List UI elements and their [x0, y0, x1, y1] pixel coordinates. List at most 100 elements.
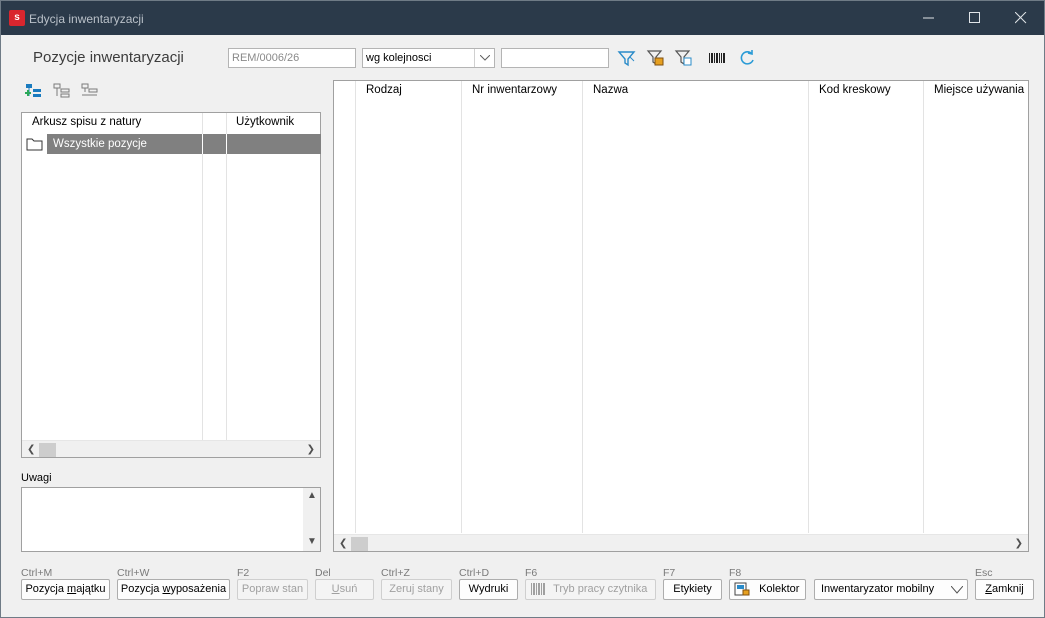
sheet-tree-panel[interactable]: Arkusz spisu z natury Użytkownik Wszystk…	[21, 112, 321, 458]
notes-label: Uwagi	[21, 472, 52, 484]
scroll-right-icon[interactable]: ❯	[307, 444, 315, 455]
button-mnemonic: U	[331, 583, 340, 595]
shortcut-label: Ctrl+Z	[381, 567, 410, 579]
tree-row-all-items[interactable]: Wszystkie pozycje	[47, 134, 321, 154]
close-button[interactable]: Zamknij	[975, 579, 1034, 600]
prints-button[interactable]: Wydruki	[459, 579, 518, 600]
shortcut-label: F8	[729, 567, 742, 579]
minimize-icon	[923, 17, 934, 19]
folder-icon	[26, 138, 43, 151]
scroll-left-icon[interactable]: ❮	[339, 538, 347, 549]
button-mnemonic: m	[67, 583, 77, 595]
filter-lock-icon	[646, 50, 664, 66]
shortcut-label: Del	[315, 567, 331, 579]
dropdown-arrow[interactable]	[474, 49, 494, 67]
labels-button[interactable]: Etykiety	[663, 579, 722, 600]
button-text: Etykiety	[673, 583, 712, 595]
grid-col-divider	[808, 81, 809, 533]
grid-header-type[interactable]: Rodzaj	[366, 81, 402, 99]
scroll-left-icon[interactable]: ❮	[27, 444, 35, 455]
tree-header-sheet[interactable]: Arkusz spisu z natury	[32, 113, 202, 131]
grid-header-marker[interactable]	[336, 81, 354, 99]
scroll-thumb[interactable]	[351, 537, 368, 551]
tree-expand-icon	[53, 83, 70, 98]
order-select[interactable]: wg kolejnosci	[362, 48, 495, 68]
tree-header-user[interactable]: Użytkownik	[236, 113, 316, 131]
filter-clear-button[interactable]	[674, 48, 694, 68]
scroll-up-icon[interactable]: ▲	[307, 490, 317, 501]
grid-col-divider	[355, 81, 356, 533]
row-cell-divider	[226, 134, 227, 154]
minimize-button[interactable]	[906, 1, 952, 35]
refresh-button[interactable]	[737, 48, 757, 68]
equipment-position-button[interactable]: Pozycja wyposażenia	[117, 579, 230, 600]
tree-horizontal-scrollbar[interactable]: ❮ ❯	[22, 440, 320, 457]
tree-row-label: Wszystkie pozycje	[53, 138, 147, 150]
shortcut-label: F7	[663, 567, 676, 579]
shortcut-label: Esc	[975, 567, 993, 579]
button-text: suń	[339, 583, 358, 595]
grid-header-barcode[interactable]: Kod kreskowy	[819, 81, 891, 99]
filter-lock-button[interactable]	[646, 48, 666, 68]
inventory-edit-window: s Edycja inwentaryzacji Pozycje inwentar…	[0, 0, 1045, 618]
filter-icon	[617, 51, 636, 67]
shortcut-label: Ctrl+W	[117, 567, 150, 579]
close-window-button[interactable]	[998, 1, 1044, 35]
chevron-down-icon	[480, 55, 490, 61]
shortcut-label: F2	[237, 567, 250, 579]
collector-button[interactable]: Kolektor	[729, 579, 806, 600]
grid-header-name[interactable]: Nazwa	[593, 81, 628, 99]
asset-position-button[interactable]: Pozycja majątku	[21, 579, 110, 600]
grid-header-inventory-no[interactable]: Nr inwentarzowy	[472, 81, 557, 99]
collector-icon	[734, 582, 750, 596]
maximize-icon	[969, 12, 980, 23]
tree-col-divider	[202, 113, 203, 441]
scroll-thumb[interactable]	[39, 443, 56, 457]
mobile-inventory-button[interactable]: Inwentaryzator mobilny	[814, 579, 968, 600]
document-number-field[interactable]: REM/0006/26	[228, 48, 356, 68]
tree-collapse-button[interactable]	[81, 82, 99, 100]
row-cell-divider	[202, 134, 203, 154]
shortcut-label: Ctrl+D	[459, 567, 490, 579]
barcode-icon	[709, 53, 725, 63]
tree-add-icon	[25, 84, 41, 97]
button-mnemonic: Z	[985, 583, 992, 595]
tree-col-divider	[226, 113, 227, 441]
title-bar[interactable]: s Edycja inwentaryzacji	[1, 1, 1044, 35]
grid-header-location[interactable]: Miejsce używania	[934, 81, 1024, 99]
tree-header-blank[interactable]	[204, 113, 226, 131]
close-icon	[1015, 12, 1027, 24]
shortcut-label: Ctrl+M	[21, 567, 53, 579]
grid-col-divider	[582, 81, 583, 533]
window-title: Edycja inwentaryzacji	[29, 12, 144, 26]
app-logo-icon: s	[9, 10, 25, 26]
button-text: Popraw stan	[241, 583, 304, 595]
fix-stock-button[interactable]: Popraw stan	[237, 579, 308, 600]
shortcut-label: F6	[525, 567, 538, 579]
button-text: Inwentaryzator mobilny	[821, 583, 935, 595]
maximize-button[interactable]	[952, 1, 998, 35]
button-text: yposażenia	[170, 583, 227, 595]
barcode-button[interactable]	[707, 48, 727, 68]
section-title: Pozycje inwentaryzacji	[33, 49, 184, 66]
scroll-right-icon[interactable]: ❯	[1015, 538, 1023, 549]
notes-textarea[interactable]: ▲ ▼	[21, 487, 321, 552]
refresh-icon	[740, 50, 754, 65]
button-text: Pozycja	[120, 583, 163, 595]
notes-vertical-scrollbar[interactable]: ▲ ▼	[303, 488, 320, 551]
tree-add-button[interactable]	[25, 82, 43, 100]
tree-collapse-icon	[81, 83, 98, 96]
filter-button[interactable]	[617, 48, 637, 68]
zero-stock-button[interactable]: Zeruj stany	[381, 579, 452, 600]
delete-button[interactable]: Usuń	[315, 579, 374, 600]
positions-grid[interactable]: Rodzaj Nr inwentarzowy Nazwa Kod kreskow…	[333, 80, 1029, 552]
scroll-down-icon[interactable]: ▼	[307, 536, 317, 547]
search-input[interactable]	[501, 48, 609, 68]
reader-mode-button[interactable]: Tryb pracy czytnika	[525, 579, 656, 600]
button-text: Wydruki	[468, 583, 509, 595]
tree-expand-button[interactable]	[53, 82, 71, 100]
button-text: ajątku	[76, 583, 106, 595]
grid-horizontal-scrollbar[interactable]: ❮ ❯	[334, 534, 1028, 551]
order-select-value: wg kolejnosci	[366, 52, 432, 64]
button-text: Kolektor	[759, 583, 800, 595]
